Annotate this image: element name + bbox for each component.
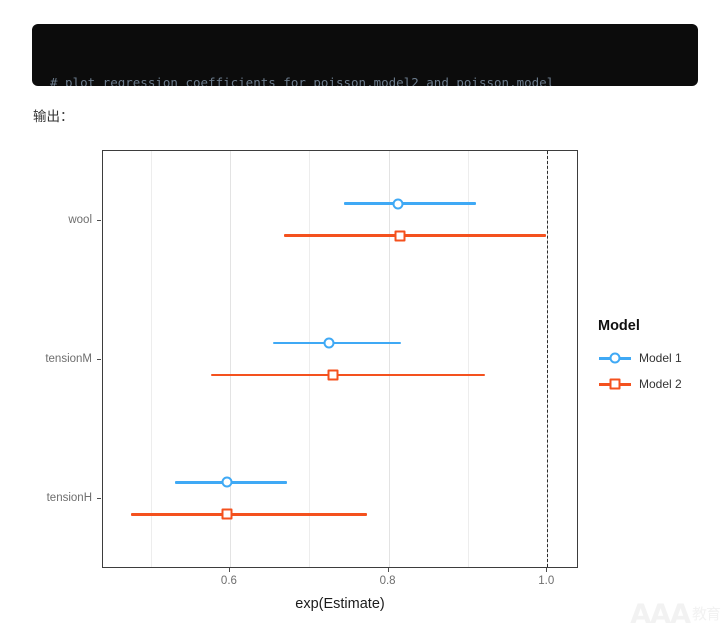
confidence-interval-line (130, 513, 367, 516)
gridline-minor (309, 151, 311, 567)
y-axis-tick-label: wool (68, 213, 92, 226)
legend-label: Model 1 (639, 351, 682, 365)
x-axis-tick-label: 1.0 (538, 575, 555, 587)
legend-label: Model 2 (639, 377, 682, 391)
legend-item[interactable]: Model 2 (598, 371, 718, 397)
y-axis-tick (97, 359, 101, 360)
y-axis-tick (97, 498, 101, 500)
reference-line (547, 151, 549, 567)
legend-key-icon (598, 374, 632, 394)
x-axis-tick (546, 568, 548, 572)
x-axis-title: exp(Estimate) (295, 596, 385, 612)
confidence-interval-line (343, 202, 476, 205)
legend-key-icon (598, 348, 632, 368)
coefficient-plot: 0.6 0.8 1.0 wool tensionM tensionH exp(Estima… (0, 132, 724, 632)
watermark-cn: 教育 (691, 605, 721, 623)
code-block: # plot regression coefficients for poiss… (32, 24, 698, 86)
confidence-interval-line (284, 234, 547, 237)
x-axis-tick-label: 0.8 (379, 575, 396, 587)
y-axis-tick (97, 219, 101, 221)
estimate-point (394, 230, 405, 242)
gridline-minor (150, 151, 152, 567)
estimate-point (221, 476, 233, 488)
x-axis-tick (387, 568, 389, 572)
legend-title: Model (598, 318, 640, 334)
legend-item[interactable]: Model 1 (598, 345, 718, 371)
y-axis-tick-label: tensionH (46, 492, 92, 505)
code-comment-line: # plot regression coefficients for poiss… (50, 73, 698, 86)
watermark-latin: AAA (630, 599, 691, 630)
confidence-interval-line (272, 341, 402, 345)
output-label: 输出： (33, 109, 74, 125)
plot-legend: Model Model 1 Model 2 (598, 318, 718, 397)
code-comment-text: # plot regression coefficients for poiss… (50, 75, 555, 86)
site-watermark: AAA 教育 (630, 599, 721, 630)
gridline-major (229, 151, 231, 567)
confidence-interval-line (210, 373, 486, 377)
estimate-point (392, 198, 404, 210)
x-axis-tick (228, 568, 230, 572)
gridline-minor (467, 151, 469, 567)
estimate-point (221, 508, 233, 520)
estimate-point (323, 337, 335, 349)
x-axis-tick-label: 0.6 (220, 575, 237, 587)
estimate-point (327, 369, 339, 381)
y-axis-tick-label: tensionM (45, 353, 92, 365)
gridline-major (388, 151, 390, 567)
plot-panel (102, 150, 578, 568)
